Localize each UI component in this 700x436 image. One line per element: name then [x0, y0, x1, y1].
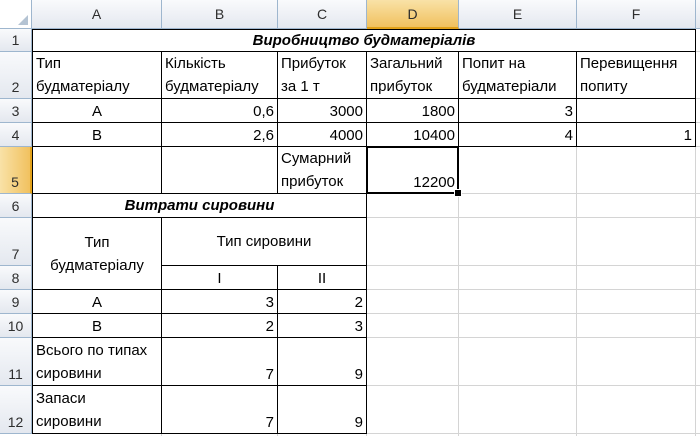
- header-text: Кількість: [165, 55, 226, 72]
- header-text: прибуток: [370, 78, 433, 95]
- raw-type-2[interactable]: II: [277, 265, 367, 290]
- row-header-4[interactable]: 4: [0, 123, 32, 147]
- row-header-2[interactable]: 2: [0, 52, 32, 99]
- row-header-8[interactable]: 8: [0, 266, 32, 290]
- cell-a5[interactable]: [32, 146, 162, 194]
- label-text: Всього по типах: [36, 342, 148, 359]
- header-total-profit[interactable]: Загальний прибуток: [366, 51, 459, 99]
- row-header-7[interactable]: 7: [0, 218, 32, 266]
- production-table-title[interactable]: Виробництво будматеріалів: [32, 29, 696, 52]
- cell-a10[interactable]: B: [32, 313, 162, 338]
- header-text: будматеріали: [462, 78, 557, 95]
- label-text: Запаси: [36, 390, 86, 407]
- column-header-e[interactable]: E: [459, 0, 577, 29]
- spreadsheet-grid: A B C D E F 1 2 3 4 5 6 7 8 9 10 11 12 В…: [0, 0, 700, 436]
- cell-d3[interactable]: 1800: [366, 98, 459, 123]
- header-text: Прибуток: [281, 55, 346, 72]
- header-text: Тип: [36, 55, 62, 72]
- column-header-g[interactable]: [696, 0, 700, 29]
- cell-c10[interactable]: 3: [277, 313, 367, 338]
- header-profit-per-ton[interactable]: Прибуток за 1 т: [277, 51, 367, 99]
- label-text: Сумарний: [281, 150, 352, 167]
- cell-e3[interactable]: 3: [458, 98, 577, 123]
- cell-f3[interactable]: [576, 98, 696, 123]
- total-profit-label[interactable]: Сумарний прибуток: [277, 146, 367, 194]
- header-material-type-2[interactable]: Тип будматеріалу: [32, 217, 162, 290]
- cell-c11[interactable]: 9: [277, 337, 367, 386]
- cell-b12[interactable]: 7: [161, 385, 278, 434]
- cell-b4[interactable]: 2,6: [161, 122, 278, 147]
- row-header-11[interactable]: 11: [0, 338, 32, 386]
- raw-materials-table-title[interactable]: Витрати сировини: [32, 193, 367, 218]
- header-text: будматеріалу: [50, 256, 144, 274]
- total-by-raw-label[interactable]: Всього по типах сировини: [32, 337, 162, 386]
- column-header-d[interactable]: D: [367, 0, 459, 29]
- cell-b10[interactable]: 2: [161, 313, 278, 338]
- fill-handle[interactable]: [454, 189, 462, 197]
- row-header-10[interactable]: 10: [0, 314, 32, 338]
- header-text: будматеріалу: [165, 78, 259, 95]
- cell-a4[interactable]: B: [32, 122, 162, 147]
- label-text: прибуток: [281, 173, 344, 190]
- cell-a3[interactable]: A: [32, 98, 162, 123]
- raw-stock-label[interactable]: Запаси сировини: [32, 385, 162, 434]
- cell-b5[interactable]: [161, 146, 278, 194]
- header-text: будматеріалу: [36, 78, 130, 95]
- raw-type-1[interactable]: I: [161, 265, 278, 290]
- label-text: сировини: [36, 413, 102, 430]
- header-raw-type[interactable]: Тип сировини: [161, 217, 367, 266]
- header-material-type[interactable]: Тип будматеріалу: [32, 51, 162, 99]
- cell-d4[interactable]: 10400: [366, 122, 459, 147]
- cell-c4[interactable]: 4000: [277, 122, 367, 147]
- cell-c9[interactable]: 2: [277, 289, 367, 314]
- column-header-c[interactable]: C: [278, 0, 367, 29]
- header-text: Перевищення: [580, 55, 678, 72]
- header-text: за 1 т: [281, 78, 320, 95]
- column-header-b[interactable]: B: [162, 0, 278, 29]
- cell-e4[interactable]: 4: [458, 122, 577, 147]
- cell-f4[interactable]: 1: [576, 122, 696, 147]
- row-header-3[interactable]: 3: [0, 99, 32, 123]
- header-demand[interactable]: Попит на будматеріали: [458, 51, 577, 99]
- row-header-1[interactable]: 1: [0, 29, 32, 52]
- header-text: Тип: [84, 233, 110, 251]
- cell-b9[interactable]: 3: [161, 289, 278, 314]
- header-text: Загальний: [370, 55, 443, 72]
- label-text: сировини: [36, 365, 102, 382]
- row-header-9[interactable]: 9: [0, 290, 32, 314]
- header-text: попиту: [580, 78, 628, 95]
- cell-c3[interactable]: 3000: [277, 98, 367, 123]
- row-header-5[interactable]: 5: [0, 147, 32, 194]
- row-header-12[interactable]: 12: [0, 386, 32, 434]
- cell-a9[interactable]: A: [32, 289, 162, 314]
- column-header-f[interactable]: F: [577, 0, 696, 29]
- select-all-corner[interactable]: [0, 0, 32, 29]
- total-profit-value[interactable]: 12200: [366, 146, 459, 194]
- header-quantity[interactable]: Кількість будматеріалу: [161, 51, 278, 99]
- header-text: Попит на: [462, 55, 526, 72]
- cell-b3[interactable]: 0,6: [161, 98, 278, 123]
- column-header-a[interactable]: A: [32, 0, 162, 29]
- cell-b11[interactable]: 7: [161, 337, 278, 386]
- header-demand-excess[interactable]: Перевищення попиту: [576, 51, 696, 99]
- row-header-6[interactable]: 6: [0, 194, 32, 218]
- cell-c12[interactable]: 9: [277, 385, 367, 434]
